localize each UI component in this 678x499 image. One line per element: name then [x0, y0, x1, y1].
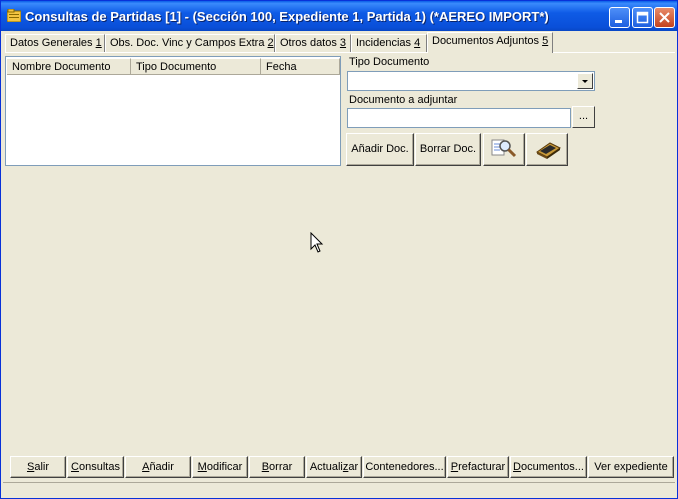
- prefacturar-button[interactable]: Prefacturar: [447, 456, 509, 478]
- column-header-nombre[interactable]: Nombre Documento: [7, 58, 131, 75]
- modificar-accel: M: [197, 461, 207, 473]
- add-document-button[interactable]: Añadir Doc.: [346, 133, 414, 166]
- column-header-fecha[interactable]: Fecha: [261, 58, 340, 75]
- minimize-icon: [615, 20, 622, 23]
- tipo-documento-label: Tipo Documento: [349, 56, 430, 68]
- salir-accel: S: [26, 461, 35, 473]
- documento-adjuntar-input[interactable]: [347, 108, 571, 128]
- tab-otros-datos[interactable]: Otros datos 3: [275, 34, 351, 52]
- ver-expediente-button[interactable]: Ver expediente: [588, 456, 674, 478]
- actualizar-accel: z: [342, 461, 349, 473]
- window-title: Consultas de Partidas [1] - (Sección 100…: [25, 9, 549, 24]
- folder-icon: [7, 9, 21, 22]
- tab-incidencias[interactable]: Incidencias 4: [351, 34, 427, 52]
- scanner-icon: [536, 142, 561, 159]
- tab-datos-generales[interactable]: Datos Generales 1: [5, 34, 105, 52]
- documentos-accel: D: [513, 461, 521, 473]
- close-button[interactable]: [654, 7, 675, 28]
- anadir-button[interactable]: Añadir: [125, 456, 191, 478]
- documentos-button[interactable]: Documentos...: [510, 456, 587, 478]
- borrar-button[interactable]: Borrar: [249, 456, 305, 478]
- modificar-button[interactable]: Modificar: [192, 456, 248, 478]
- close-icon: [659, 12, 670, 23]
- scan-document-button[interactable]: [526, 133, 568, 166]
- ver-expediente-label: Ver expediente: [594, 461, 668, 473]
- contenedores-label: Contenedores...: [365, 461, 444, 473]
- chevron-down-icon: [582, 80, 588, 83]
- delete-document-button[interactable]: Borrar Doc.: [415, 133, 481, 166]
- maximize-button[interactable]: [632, 7, 653, 28]
- maximize-icon: [636, 11, 649, 24]
- contenedores-button[interactable]: Contenedores...: [363, 456, 446, 478]
- salir-button[interactable]: Salir: [10, 456, 66, 478]
- column-header-tipo[interactable]: Tipo Documento: [131, 58, 261, 75]
- magnifier-document-icon: [491, 139, 517, 158]
- tab-documentos-adjuntos[interactable]: Documentos Adjuntos 5: [427, 32, 553, 53]
- tab-obs-doc-vinc[interactable]: Obs. Doc. Vinc y Campos Extra 2: [105, 34, 275, 52]
- browse-button[interactable]: ...: [572, 106, 595, 128]
- prefacturar-accel: P: [450, 461, 459, 473]
- status-bar: [3, 482, 675, 498]
- consultas-button[interactable]: Consultas: [67, 456, 124, 478]
- minimize-button[interactable]: [609, 7, 630, 28]
- anadir-accel: A: [142, 461, 150, 473]
- borrar-accel: B: [261, 461, 270, 473]
- dropdown-button[interactable]: [577, 73, 593, 89]
- view-document-button[interactable]: [483, 133, 525, 166]
- bottom-toolbar: Salir Consultas Añadir Modificar Borrar …: [10, 456, 675, 478]
- tipo-documento-select[interactable]: [347, 71, 595, 91]
- title-bar[interactable]: Consultas de Partidas [1] - (Sección 100…: [1, 1, 677, 31]
- tab-strip: Datos Generales 1 Obs. Doc. Vinc y Campo…: [5, 32, 675, 53]
- documents-grid[interactable]: Nombre Documento Tipo Documento Fecha: [5, 56, 341, 166]
- documento-adjuntar-label: Documento a adjuntar: [349, 94, 458, 106]
- app-window: Consultas de Partidas [1] - (Sección 100…: [0, 0, 678, 499]
- actualizar-button[interactable]: Actualizar: [306, 456, 362, 478]
- mouse-cursor-icon: [310, 232, 324, 253]
- consultas-accel: C: [71, 461, 79, 473]
